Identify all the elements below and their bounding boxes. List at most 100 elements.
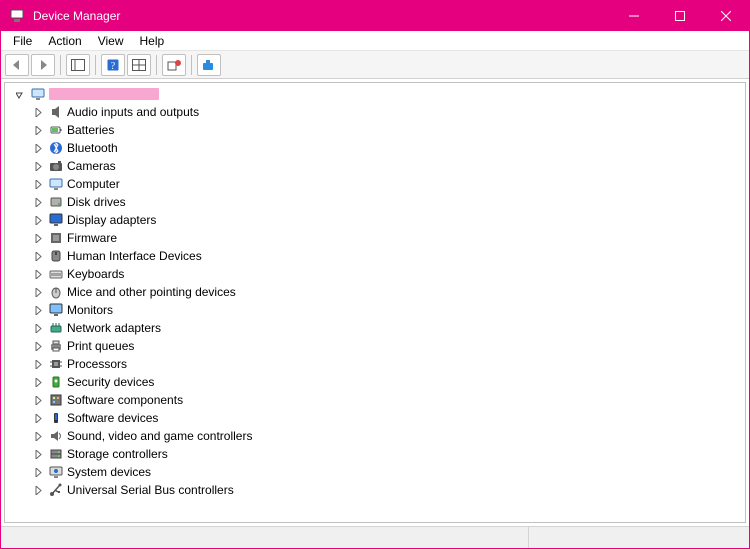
- cpu-icon: [48, 356, 64, 372]
- toolbar-separator: [60, 55, 61, 75]
- bluetooth-icon: [48, 140, 64, 156]
- sound-icon: [48, 428, 64, 444]
- expand-icon[interactable]: [31, 213, 45, 227]
- category-node[interactable]: Processors: [9, 355, 745, 373]
- category-node[interactable]: Cameras: [9, 157, 745, 175]
- network-icon: [48, 320, 64, 336]
- category-node[interactable]: Storage controllers: [9, 445, 745, 463]
- category-label: Monitors: [67, 303, 113, 317]
- menu-view[interactable]: View: [90, 32, 132, 50]
- root-node[interactable]: [9, 85, 745, 103]
- category-label: Keyboards: [67, 267, 124, 281]
- category-node[interactable]: System devices: [9, 463, 745, 481]
- category-label: Disk drives: [67, 195, 126, 209]
- category-node[interactable]: Disk drives: [9, 193, 745, 211]
- expand-icon[interactable]: [31, 465, 45, 479]
- category-node[interactable]: Security devices: [9, 373, 745, 391]
- menu-file[interactable]: File: [5, 32, 40, 50]
- expand-icon[interactable]: [31, 321, 45, 335]
- help-button[interactable]: ?: [101, 54, 125, 76]
- category-node[interactable]: Network adapters: [9, 319, 745, 337]
- device-manager-window: Device Manager File Action View Help ?: [0, 0, 750, 549]
- display-icon: [48, 212, 64, 228]
- category-label: System devices: [67, 465, 151, 479]
- toolbar: ?: [1, 51, 749, 79]
- category-label: Human Interface Devices: [67, 249, 202, 263]
- minimize-button[interactable]: [611, 1, 657, 31]
- expand-icon[interactable]: [31, 339, 45, 353]
- device-tree: Audio inputs and outputsBatteries Bluetoo…: [5, 85, 745, 499]
- app-icon: [9, 8, 25, 24]
- expand-icon[interactable]: [31, 231, 45, 245]
- category-label: Universal Serial Bus controllers: [67, 483, 234, 497]
- menu-help[interactable]: Help: [132, 32, 173, 50]
- expand-icon[interactable]: [31, 447, 45, 461]
- keyboard-icon: [48, 266, 64, 282]
- category-node[interactable]: Print queues: [9, 337, 745, 355]
- menu-action[interactable]: Action: [40, 32, 89, 50]
- category-node[interactable]: Software components: [9, 391, 745, 409]
- close-button[interactable]: [703, 1, 749, 31]
- category-node[interactable]: Bluetooth: [9, 139, 745, 157]
- expand-icon[interactable]: [31, 249, 45, 263]
- titlebar[interactable]: Device Manager: [1, 1, 749, 31]
- mouse-icon: [48, 284, 64, 300]
- category-node[interactable]: Batteries: [9, 121, 745, 139]
- scan-hardware-button[interactable]: [127, 54, 151, 76]
- category-label: Software components: [67, 393, 183, 407]
- expand-icon[interactable]: [31, 483, 45, 497]
- maximize-button[interactable]: [657, 1, 703, 31]
- category-label: Security devices: [67, 375, 154, 389]
- category-node[interactable]: Display adapters: [9, 211, 745, 229]
- expand-icon[interactable]: [31, 123, 45, 137]
- expand-icon[interactable]: [31, 159, 45, 173]
- category-node[interactable]: Human Interface Devices: [9, 247, 745, 265]
- expand-icon[interactable]: [31, 285, 45, 299]
- category-label: Network adapters: [67, 321, 161, 335]
- category-label: Processors: [67, 357, 127, 371]
- category-node[interactable]: Sound, video and game controllers: [9, 427, 745, 445]
- category-node[interactable]: Software devices: [9, 409, 745, 427]
- category-node[interactable]: Firmware: [9, 229, 745, 247]
- category-label: Cameras: [67, 159, 116, 173]
- category-node[interactable]: Audio inputs and outputs: [9, 103, 745, 121]
- category-label: Print queues: [67, 339, 134, 353]
- back-button[interactable]: [5, 54, 29, 76]
- category-label: Mice and other pointing devices: [67, 285, 236, 299]
- device-tree-pane[interactable]: Audio inputs and outputsBatteries Bluetoo…: [4, 82, 746, 523]
- expand-icon[interactable]: [31, 195, 45, 209]
- expand-icon[interactable]: [31, 267, 45, 281]
- firmware-icon: [48, 230, 64, 246]
- expand-icon[interactable]: [31, 105, 45, 119]
- svg-text:?: ?: [111, 61, 116, 71]
- expand-icon[interactable]: [31, 303, 45, 317]
- menubar: File Action View Help: [1, 31, 749, 51]
- show-hide-console-tree-button[interactable]: [66, 54, 90, 76]
- expand-icon[interactable]: [31, 429, 45, 443]
- category-label: Bluetooth: [67, 141, 118, 155]
- collapse-icon[interactable]: [13, 87, 27, 101]
- computer-icon: [30, 86, 46, 102]
- monitor-icon: [48, 302, 64, 318]
- category-node[interactable]: Monitors: [9, 301, 745, 319]
- expand-icon[interactable]: [31, 141, 45, 155]
- expand-icon[interactable]: [31, 411, 45, 425]
- printer-icon: [48, 338, 64, 354]
- add-legacy-hardware-button[interactable]: [197, 54, 221, 76]
- category-node[interactable]: Computer: [9, 175, 745, 193]
- forward-button[interactable]: [31, 54, 55, 76]
- swdev-icon: [48, 410, 64, 426]
- expand-icon[interactable]: [31, 357, 45, 371]
- toolbar-separator: [95, 55, 96, 75]
- expand-icon[interactable]: [31, 177, 45, 191]
- system-icon: [48, 464, 64, 480]
- hid-icon: [48, 248, 64, 264]
- category-node[interactable]: Mice and other pointing devices: [9, 283, 745, 301]
- category-node[interactable]: Keyboards: [9, 265, 745, 283]
- window-title: Device Manager: [33, 9, 611, 23]
- expand-icon[interactable]: [31, 393, 45, 407]
- category-node[interactable]: Universal Serial Bus controllers: [9, 481, 745, 499]
- category-label: Display adapters: [67, 213, 156, 227]
- uninstall-button[interactable]: [162, 54, 186, 76]
- expand-icon[interactable]: [31, 375, 45, 389]
